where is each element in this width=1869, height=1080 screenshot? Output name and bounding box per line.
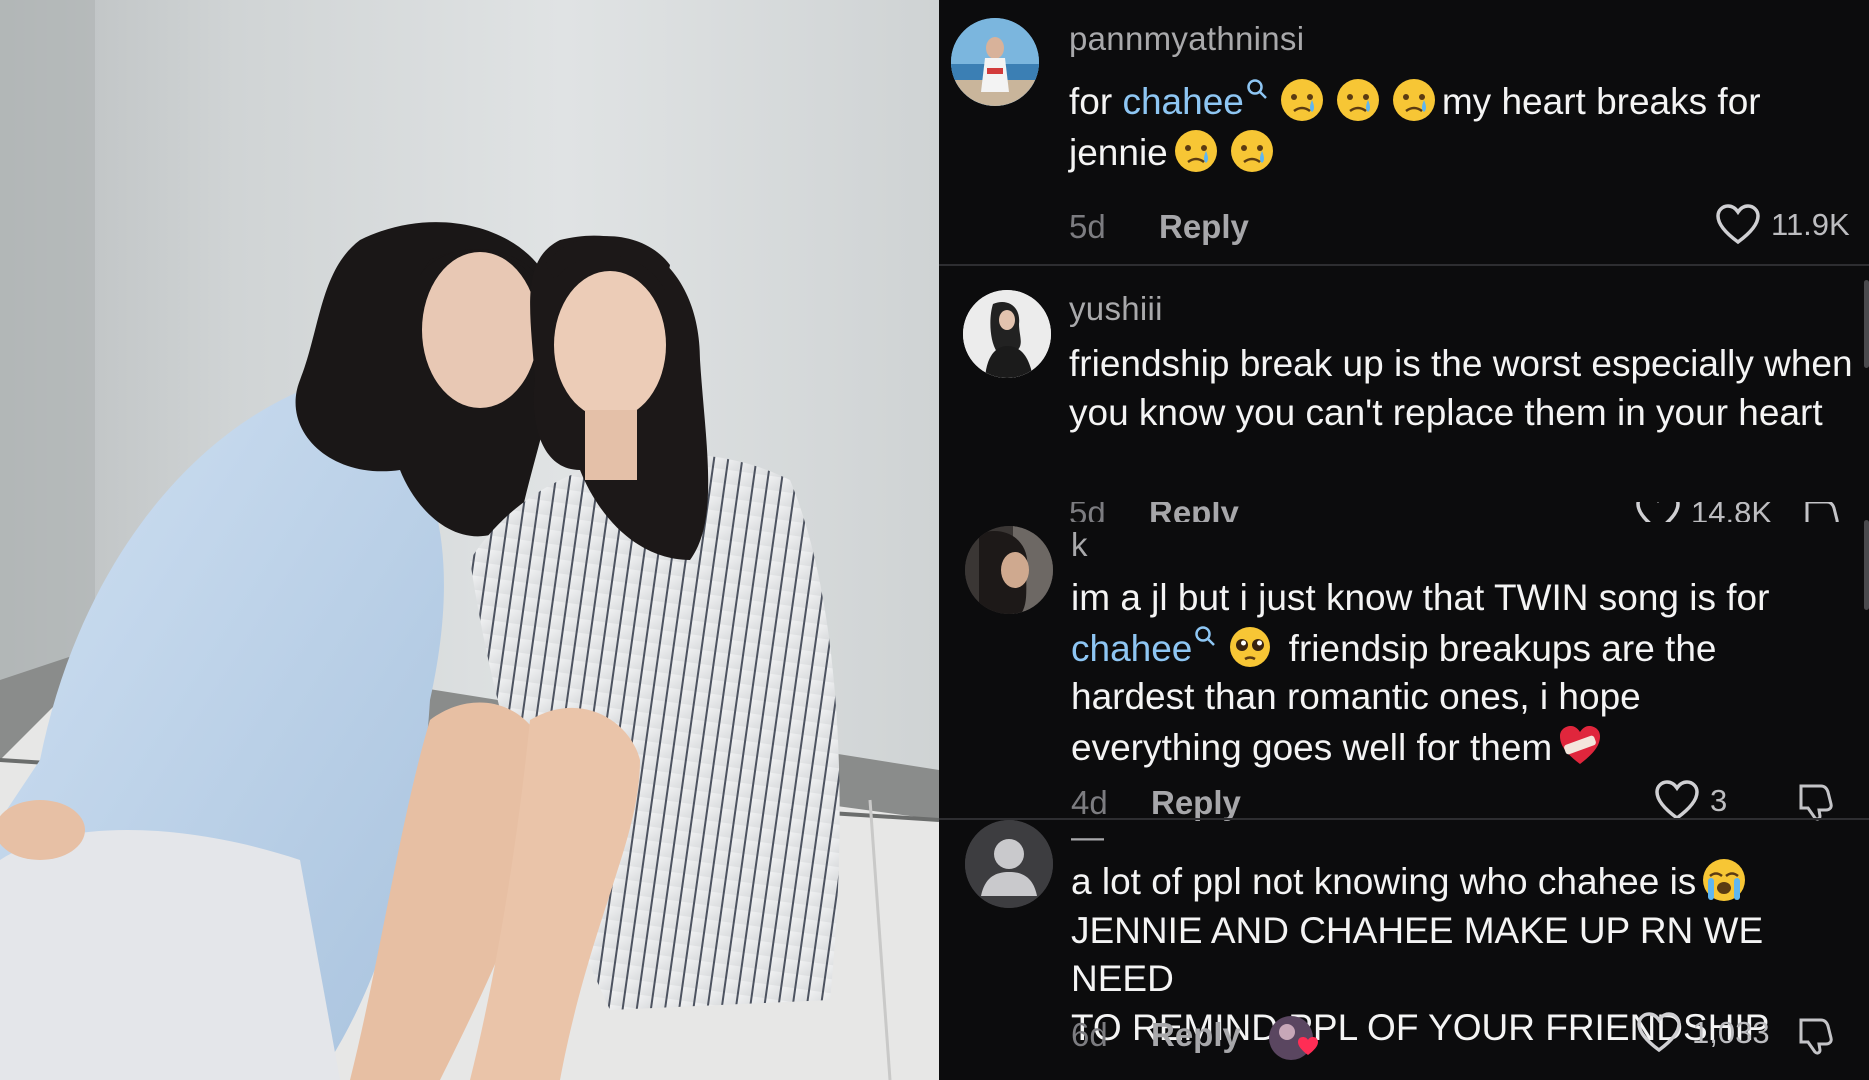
crying-face-emoji [1392, 79, 1435, 121]
thumbs-down-icon[interactable] [1801, 502, 1843, 522]
crying-face-emoji [1280, 79, 1323, 121]
comment-text-line: im a jl but i just know that TWIN song i… [1071, 577, 1770, 618]
like-button[interactable]: 3 [1654, 780, 1727, 822]
loudly-crying-face-emoji [1703, 859, 1746, 901]
comment-username[interactable]: k [1071, 526, 1088, 564]
comment-text-line: JENNIE AND CHAHEE MAKE UP RN WE NEED [1071, 909, 1764, 1000]
heart-outline-icon [1636, 502, 1680, 522]
like-count: 14.8K [1691, 502, 1773, 522]
heart-outline-icon [1655, 780, 1699, 821]
heart-outline-icon [1716, 204, 1760, 245]
comment-text-line: hardest than romantic ones, i hope [1071, 676, 1641, 717]
pleading-face-emoji [1230, 626, 1271, 667]
search-icon [1247, 79, 1267, 99]
reply-button[interactable]: Reply [1159, 208, 1249, 246]
comment-text-part: for [1069, 81, 1123, 122]
comment-username[interactable]: yushiii [1069, 290, 1163, 328]
thumbs-down-icon[interactable] [1795, 780, 1837, 822]
two-women-photo [0, 0, 939, 1080]
reply-button[interactable]: Reply [1149, 502, 1239, 522]
avatar-image [951, 18, 1039, 106]
avatar[interactable] [951, 18, 1039, 106]
thumbs-down-icon[interactable] [1795, 1014, 1837, 1056]
comment-text: for chahee my heart breaks for jennie [1069, 76, 1859, 177]
comment-text-part: friendsip breakups are the [1278, 627, 1717, 669]
comment-item: pannmyathninsi for chahee my heart breaks… [939, 0, 1869, 265]
like-count: 3 [1710, 783, 1728, 818]
comment-username[interactable]: — [1071, 818, 1104, 856]
comment-time: 6d [1071, 1016, 1108, 1053]
comment-item: k im a jl but i just know that TWIN song… [939, 522, 1869, 821]
avatar[interactable] [965, 820, 1053, 908]
photo-panel [0, 0, 939, 1080]
avatar[interactable] [963, 290, 1051, 378]
comment-text: im a jl but i just know that TWIN song i… [1071, 574, 1861, 772]
reply-button[interactable]: Reply [1151, 784, 1241, 822]
clipped-meta-row: 5d Reply 14.8K [939, 502, 1869, 522]
heart-filled-icon [1298, 1037, 1318, 1055]
scrollbar-thumb[interactable] [1864, 280, 1869, 368]
like-count: 11.9K [1771, 207, 1850, 242]
avatar[interactable] [965, 526, 1053, 614]
like-button[interactable]: 11.9K [1715, 204, 1850, 246]
default-avatar-icon [965, 820, 1053, 908]
comment-username[interactable]: pannmyathninsi [1069, 20, 1304, 58]
crying-face-emoji [1230, 129, 1273, 172]
comment-time: 5d [1069, 208, 1106, 245]
comment-text: friendship break up is the worst especia… [1069, 343, 1853, 433]
comment-text-line: everything goes well for them [1071, 726, 1553, 768]
like-button[interactable]: 14.8K [1635, 502, 1772, 522]
avatar-image [965, 526, 1053, 614]
comment-time: 5d [1069, 502, 1106, 522]
comment-text-line: a lot of ppl not knowing who chahee is [1071, 861, 1697, 902]
heart-outline-icon [1637, 1012, 1681, 1053]
comments-panel: pannmyathninsi for chahee my heart breaks… [939, 0, 1869, 1080]
like-count: 1,033 [1692, 1015, 1770, 1050]
crying-face-emoji [1174, 129, 1217, 172]
crying-face-emoji [1336, 79, 1379, 121]
search-icon [1195, 625, 1216, 646]
scrollbar-thumb[interactable] [1864, 520, 1869, 610]
like-button[interactable]: 1,033 [1636, 1012, 1770, 1054]
comment-text-part: jennie [1069, 131, 1168, 173]
comment-time: 4d [1071, 784, 1108, 821]
mention-link[interactable]: chahee [1122, 81, 1243, 122]
mention-link[interactable]: chahee [1071, 628, 1192, 669]
comment-item: — a lot of ppl not knowing who chahee is… [939, 818, 1869, 1080]
mending-heart-emoji [1560, 725, 1601, 764]
reply-button[interactable]: Reply [1151, 1016, 1241, 1054]
avatar-image [963, 290, 1051, 378]
comment-item: yushiii friendship break up is the worst… [939, 266, 1869, 522]
comment-text-part: my heart breaks for [1441, 81, 1761, 122]
